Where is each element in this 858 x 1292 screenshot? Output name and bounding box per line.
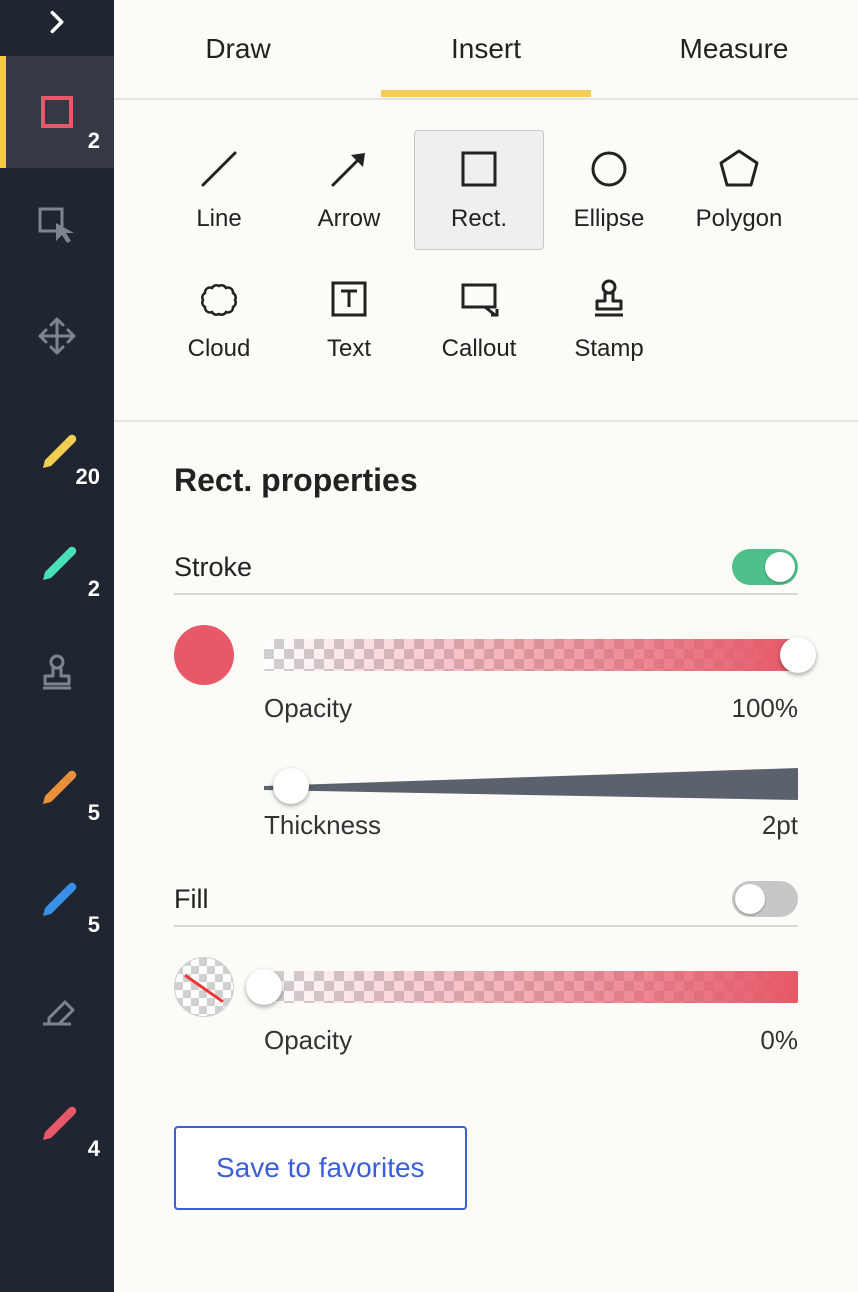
badge: 2	[88, 576, 100, 602]
sidebar-move-tool[interactable]	[0, 280, 114, 392]
sidebar-pen-orange[interactable]: 5	[0, 728, 114, 840]
stroke-label: Stroke	[174, 552, 252, 583]
tab-draw[interactable]: Draw	[114, 3, 362, 95]
arrow-icon	[327, 147, 371, 191]
properties-title: Rect. properties	[174, 462, 798, 499]
stroke-thickness-slider[interactable]	[264, 764, 798, 804]
shape-label: Polygon	[696, 205, 783, 233]
eraser-icon	[35, 986, 79, 1030]
stroke-color-swatch[interactable]	[174, 625, 234, 685]
line-icon	[197, 147, 241, 191]
tab-insert[interactable]: Insert	[362, 3, 610, 95]
stroke-toggle[interactable]	[732, 549, 798, 585]
move-arrows-icon	[35, 314, 79, 358]
tabs: Draw Insert Measure	[114, 0, 858, 100]
ellipse-icon	[587, 147, 631, 191]
properties-panel: Rect. properties Stroke Opacity 100%	[114, 422, 858, 1210]
stroke-opacity-slider[interactable]	[264, 639, 798, 671]
stamp-icon	[587, 277, 631, 321]
shape-label: Callout	[442, 335, 517, 363]
sidebar-pen-yellow[interactable]: 20	[0, 392, 114, 504]
sidebar: 2 20 2	[0, 0, 114, 1292]
shape-callout[interactable]: Callout	[414, 260, 544, 380]
sidebar-rect-tool[interactable]: 2	[0, 56, 114, 168]
shape-label: Rect.	[451, 205, 507, 233]
fill-label: Fill	[174, 884, 209, 915]
tab-measure[interactable]: Measure	[610, 3, 858, 95]
shape-polygon[interactable]: Polygon	[674, 130, 804, 250]
divider	[174, 593, 798, 595]
select-shape-icon	[34, 201, 80, 247]
pen-icon	[35, 538, 79, 582]
sidebar-stamp-tool[interactable]	[0, 616, 114, 728]
shape-ellipse[interactable]: Ellipse	[544, 130, 674, 250]
pen-icon	[35, 874, 79, 918]
save-to-favorites-button[interactable]: Save to favorites	[174, 1126, 467, 1210]
badge: 5	[88, 800, 100, 826]
divider	[174, 925, 798, 927]
callout-icon	[457, 277, 501, 321]
fill-toggle[interactable]	[732, 881, 798, 917]
shape-rect[interactable]: Rect.	[414, 130, 544, 250]
shape-stamp[interactable]: Stamp	[544, 260, 674, 380]
sidebar-pen-teal[interactable]: 2	[0, 504, 114, 616]
text-icon	[327, 277, 371, 321]
stamp-icon	[35, 650, 79, 694]
badge: 20	[76, 464, 100, 490]
sidebar-pen-blue[interactable]: 5	[0, 840, 114, 952]
sidebar-eraser-tool[interactable]	[0, 952, 114, 1064]
chevron-right-icon	[43, 8, 71, 36]
pen-icon	[35, 762, 79, 806]
shape-line[interactable]: Line	[154, 130, 284, 250]
badge: 4	[88, 1136, 100, 1162]
stroke-opacity-label: Opacity	[264, 693, 352, 724]
shapes-grid: Line Arrow Rect. Ellipse Polygon Cloud	[114, 100, 858, 420]
rect-icon	[457, 147, 501, 191]
main-panel: Draw Insert Measure Line Arrow Rect. Ell…	[114, 0, 858, 1292]
shape-label: Cloud	[188, 335, 251, 363]
shape-label: Arrow	[318, 205, 381, 233]
sidebar-pen-red[interactable]: 4	[0, 1064, 114, 1176]
shape-cloud[interactable]: Cloud	[154, 260, 284, 380]
shape-label: Stamp	[574, 335, 643, 363]
pen-icon	[35, 1098, 79, 1142]
badge: 5	[88, 912, 100, 938]
fill-color-swatch[interactable]	[174, 957, 234, 1017]
sidebar-select-tool[interactable]	[0, 168, 114, 280]
polygon-icon	[717, 147, 761, 191]
pen-icon	[35, 426, 79, 470]
stroke-thickness-label: Thickness	[264, 810, 381, 841]
rect-icon	[37, 92, 77, 132]
fill-opacity-label: Opacity	[264, 1025, 352, 1056]
badge: 2	[88, 128, 100, 154]
fill-opacity-slider[interactable]	[264, 971, 798, 1003]
stroke-opacity-value: 100%	[732, 693, 799, 724]
cloud-icon	[197, 277, 241, 321]
shape-text[interactable]: Text	[284, 260, 414, 380]
shape-label: Text	[327, 335, 371, 363]
shape-label: Ellipse	[574, 205, 645, 233]
shape-label: Line	[196, 205, 241, 233]
sidebar-expand[interactable]	[0, 0, 114, 56]
stroke-thickness-value: 2pt	[762, 810, 798, 841]
shape-arrow[interactable]: Arrow	[284, 130, 414, 250]
fill-opacity-value: 0%	[760, 1025, 798, 1056]
